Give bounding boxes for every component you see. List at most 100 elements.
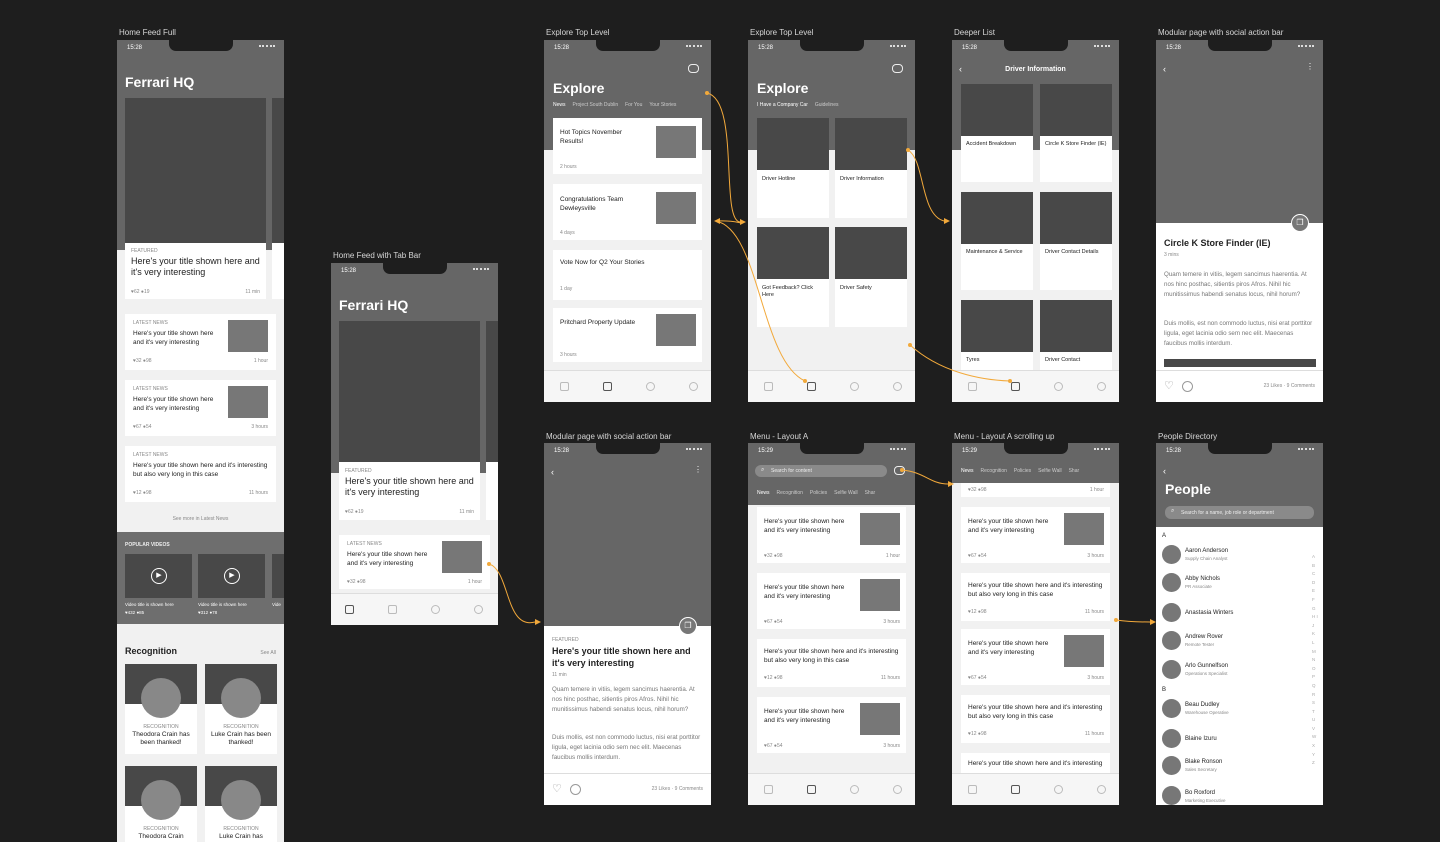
more-icon[interactable]: ⋮ xyxy=(1306,62,1314,71)
tab-selfie-wall[interactable]: Selfie Wall xyxy=(834,490,857,496)
people-icon[interactable] xyxy=(894,466,905,475)
bell-icon[interactable] xyxy=(850,785,859,794)
bell-icon[interactable] xyxy=(850,382,859,391)
latest-card[interactable]: LATEST NEWS Here's your title shown here… xyxy=(339,535,490,589)
profile-icon[interactable] xyxy=(689,382,698,391)
people-icon[interactable] xyxy=(892,64,903,73)
tile[interactable]: Tyres xyxy=(961,300,1033,370)
like-icon[interactable]: ♡ xyxy=(1164,379,1174,392)
grid-icon[interactable] xyxy=(603,382,612,391)
person-row[interactable]: Abby Nichols PR Associate xyxy=(1162,569,1308,599)
tab-news[interactable]: News xyxy=(757,490,770,496)
tab-guidelines[interactable]: Guidelines xyxy=(815,102,839,108)
tile[interactable]: Driver Hotline xyxy=(757,118,829,218)
tab-for-you[interactable]: For You xyxy=(625,102,642,108)
home-icon[interactable] xyxy=(968,785,977,794)
back-icon[interactable]: ‹ xyxy=(1163,64,1166,74)
see-all-link[interactable]: See All xyxy=(260,650,276,656)
video-thumb-next[interactable] xyxy=(272,554,284,598)
tile[interactable]: Driver Safety xyxy=(835,227,907,327)
list-item[interactable]: Here's your title shown here and it's ve… xyxy=(757,507,906,563)
profile-icon[interactable] xyxy=(1097,382,1106,391)
home-icon[interactable] xyxy=(764,382,773,391)
profile-icon[interactable] xyxy=(1097,785,1106,794)
tile[interactable]: Driver Information xyxy=(835,118,907,218)
tile[interactable]: Got Feedback? Click Here xyxy=(757,227,829,327)
home-icon[interactable] xyxy=(968,382,977,391)
featured-image[interactable] xyxy=(339,321,480,466)
list-item[interactable]: Here's your title shown here and it's in… xyxy=(757,639,906,687)
tile[interactable]: Circle K Store Finder (IE) xyxy=(1040,84,1112,182)
person-row[interactable]: Aaron Anderson Supply Chain Analyst xyxy=(1162,541,1308,569)
explore-item[interactable]: Hot Topics November Results! 2 hours xyxy=(553,118,702,174)
list-item[interactable]: Here's your title shown here and it's in… xyxy=(961,753,1110,773)
back-icon[interactable]: ‹ xyxy=(551,467,554,477)
tab-recognition[interactable]: Recognition xyxy=(777,490,803,496)
bell-icon[interactable] xyxy=(646,382,655,391)
like-icon[interactable]: ♡ xyxy=(552,782,562,795)
featured-image[interactable] xyxy=(125,98,266,243)
person-row[interactable]: Blake Ronson Sales Secretary xyxy=(1162,753,1308,781)
profile-icon[interactable] xyxy=(893,382,902,391)
bell-icon[interactable] xyxy=(1054,785,1063,794)
home-icon[interactable] xyxy=(345,605,354,614)
featured-image-next[interactable] xyxy=(272,98,284,243)
latest-card[interactable]: LATEST NEWS Here's your title shown here… xyxy=(125,446,276,502)
latest-card[interactable]: LATEST NEWS Here's your title shown here… xyxy=(125,380,276,436)
list-item[interactable]: Here's your title shown here and it's in… xyxy=(961,695,1110,743)
search-input[interactable]: ⌕ Search for a name, job role or departm… xyxy=(1165,506,1314,519)
person-row[interactable]: Beau Dudley Warehouse Operative xyxy=(1162,695,1308,723)
video-thumb[interactable]: ▶ xyxy=(125,554,192,598)
explore-item[interactable]: Congratulations Team Dewleysville 4 days xyxy=(553,184,702,240)
list-item[interactable]: Here's your title shown here and it's in… xyxy=(961,573,1110,621)
tab-project[interactable]: Project South Dublin xyxy=(573,102,619,108)
featured-card[interactable]: FEATURED Here's your title shown here an… xyxy=(339,462,480,520)
more-icon[interactable]: ⋮ xyxy=(694,465,702,474)
profile-icon[interactable] xyxy=(474,605,483,614)
grid-icon[interactable] xyxy=(807,382,816,391)
bell-icon[interactable] xyxy=(431,605,440,614)
recognition-card[interactable]: RECOGNITION Theodora Crain has been than… xyxy=(125,664,197,754)
home-icon[interactable] xyxy=(560,382,569,391)
person-row[interactable]: Andrew Rover Remote Tester xyxy=(1162,627,1308,655)
grid-icon[interactable] xyxy=(1011,382,1020,391)
tile[interactable]: Driver Contact xyxy=(1040,300,1112,370)
search-input[interactable]: ⌕ Search for content xyxy=(755,465,887,477)
tab-news[interactable]: News xyxy=(553,102,566,108)
person-row[interactable]: Arlo Gunnelfson Operations Specialist xyxy=(1162,655,1308,685)
list-item[interactable]: Here's your title shown here and it's ve… xyxy=(757,697,906,753)
bookmark-icon[interactable]: ❐ xyxy=(1291,214,1309,232)
person-row[interactable]: Blaine Izuru xyxy=(1162,724,1308,752)
explore-item[interactable]: Pritchard Property Update 3 hours xyxy=(553,308,702,362)
video-thumb[interactable]: ▶ xyxy=(198,554,265,598)
recognition-card[interactable]: RECOGNITION Luke Crain has xyxy=(205,766,277,842)
alphabet-index[interactable]: A B C D E F G H I J K L M N O P Q R S T … xyxy=(1312,553,1318,768)
list-item[interactable]: Here's your title shown here and it's ve… xyxy=(961,507,1110,563)
grid-icon[interactable] xyxy=(1011,785,1020,794)
tile[interactable]: Driver Contact Details xyxy=(1040,192,1112,290)
recognition-card[interactable]: RECOGNITION Luke Crain has been thanked! xyxy=(205,664,277,754)
tile[interactable]: Accident Breakdown xyxy=(961,84,1033,182)
grid-icon[interactable] xyxy=(807,785,816,794)
tab-company-car[interactable]: I Have a Company Car xyxy=(757,102,808,108)
latest-card[interactable]: LATEST NEWS Here's your title shown here… xyxy=(125,314,276,370)
explore-item[interactable]: Vote Now for Q2 Your Stories 1 day xyxy=(553,250,702,300)
home-icon[interactable] xyxy=(764,785,773,794)
profile-icon[interactable] xyxy=(893,785,902,794)
featured-card[interactable]: FEATURED Here's your title shown here an… xyxy=(125,243,266,299)
people-icon[interactable] xyxy=(688,64,699,73)
comment-icon[interactable] xyxy=(1182,381,1193,392)
tab-your-stories[interactable]: Your Stories xyxy=(649,102,676,108)
back-icon[interactable]: ‹ xyxy=(1163,466,1166,476)
list-item[interactable]: ♥32 ●98 1 hour xyxy=(961,483,1110,497)
person-row[interactable]: Bo Roxford Marketing Executive xyxy=(1162,781,1308,805)
bookmark-icon[interactable]: ❐ xyxy=(679,617,697,635)
list-item[interactable]: Here's your title shown here and it's ve… xyxy=(757,573,906,629)
grid-icon[interactable] xyxy=(388,605,397,614)
recognition-card[interactable]: RECOGNITION Theodora Crain xyxy=(125,766,197,842)
see-more-link[interactable]: See more in Latest News xyxy=(117,516,284,522)
tab-policies[interactable]: Policies xyxy=(810,490,827,496)
bell-icon[interactable] xyxy=(1054,382,1063,391)
list-item[interactable]: Here's your title shown here and it's ve… xyxy=(961,629,1110,685)
person-row[interactable]: Anastasia Winters xyxy=(1162,599,1308,627)
